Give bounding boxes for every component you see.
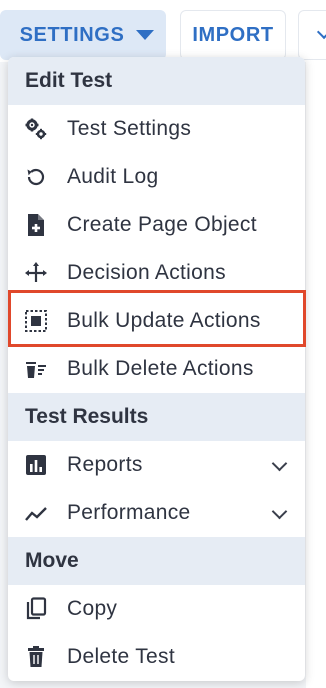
menu-item-delete-test[interactable]: Delete Test bbox=[8, 633, 305, 681]
menu-item-create-page-object[interactable]: Create Page Object bbox=[8, 201, 305, 249]
menu-item-label: Decision Actions bbox=[67, 261, 226, 284]
caret-down-icon bbox=[136, 30, 155, 40]
menu-item-audit-log[interactable]: Audit Log bbox=[8, 153, 305, 201]
menu-item-label: Performance bbox=[67, 501, 191, 524]
menu-item-bulk-delete-actions[interactable]: Bulk Delete Actions bbox=[8, 345, 305, 393]
menu-item-decision-actions[interactable]: Decision Actions bbox=[8, 249, 305, 297]
decision-arrows-icon bbox=[23, 260, 49, 286]
trash-icon bbox=[23, 644, 49, 670]
gears-icon bbox=[23, 116, 49, 142]
chevron-down-icon bbox=[316, 24, 326, 40]
menu-item-label: Bulk Delete Actions bbox=[67, 357, 254, 380]
settings-dropdown-button[interactable]: SETTINGS bbox=[0, 10, 166, 60]
bar-chart-icon bbox=[23, 452, 49, 478]
copy-icon bbox=[23, 596, 49, 622]
import-button[interactable]: IMPORT bbox=[180, 10, 286, 60]
section-header-test-results: Test Results bbox=[8, 393, 305, 441]
menu-item-bulk-update-actions[interactable]: Bulk Update Actions bbox=[8, 297, 305, 345]
menu-item-label: Test Settings bbox=[67, 117, 192, 140]
menu-item-label: Reports bbox=[67, 453, 143, 476]
menu-item-performance[interactable]: Performance bbox=[8, 489, 305, 537]
file-plus-icon bbox=[23, 212, 49, 238]
menu-item-label: Audit Log bbox=[67, 165, 159, 188]
menu-item-label: Copy bbox=[67, 597, 118, 620]
bulk-delete-icon bbox=[23, 356, 49, 382]
menu-item-test-settings[interactable]: Test Settings bbox=[8, 105, 305, 153]
background-page-edge bbox=[306, 62, 326, 688]
menu-item-reports[interactable]: Reports bbox=[8, 441, 305, 489]
toolbar: SETTINGS IMPORT bbox=[0, 0, 326, 62]
import-button-label: IMPORT bbox=[192, 23, 274, 46]
menu-item-label: Create Page Object bbox=[67, 213, 257, 236]
menu-item-label: Bulk Update Actions bbox=[67, 309, 261, 332]
chevron-down-icon[interactable] bbox=[271, 455, 288, 472]
section-header-move: Move bbox=[8, 537, 305, 585]
settings-menu: Edit Test Test Settings Audit Log Create… bbox=[8, 57, 305, 681]
menu-item-label: Delete Test bbox=[67, 645, 175, 668]
history-icon bbox=[23, 164, 49, 190]
trend-line-icon bbox=[23, 500, 49, 526]
select-all-icon bbox=[23, 308, 49, 334]
menu-item-copy[interactable]: Copy bbox=[8, 585, 305, 633]
section-header-edit-test: Edit Test bbox=[8, 57, 305, 105]
more-dropdown-button[interactable] bbox=[298, 10, 326, 60]
chevron-down-icon[interactable] bbox=[271, 503, 288, 520]
settings-button-label: SETTINGS bbox=[19, 23, 125, 46]
